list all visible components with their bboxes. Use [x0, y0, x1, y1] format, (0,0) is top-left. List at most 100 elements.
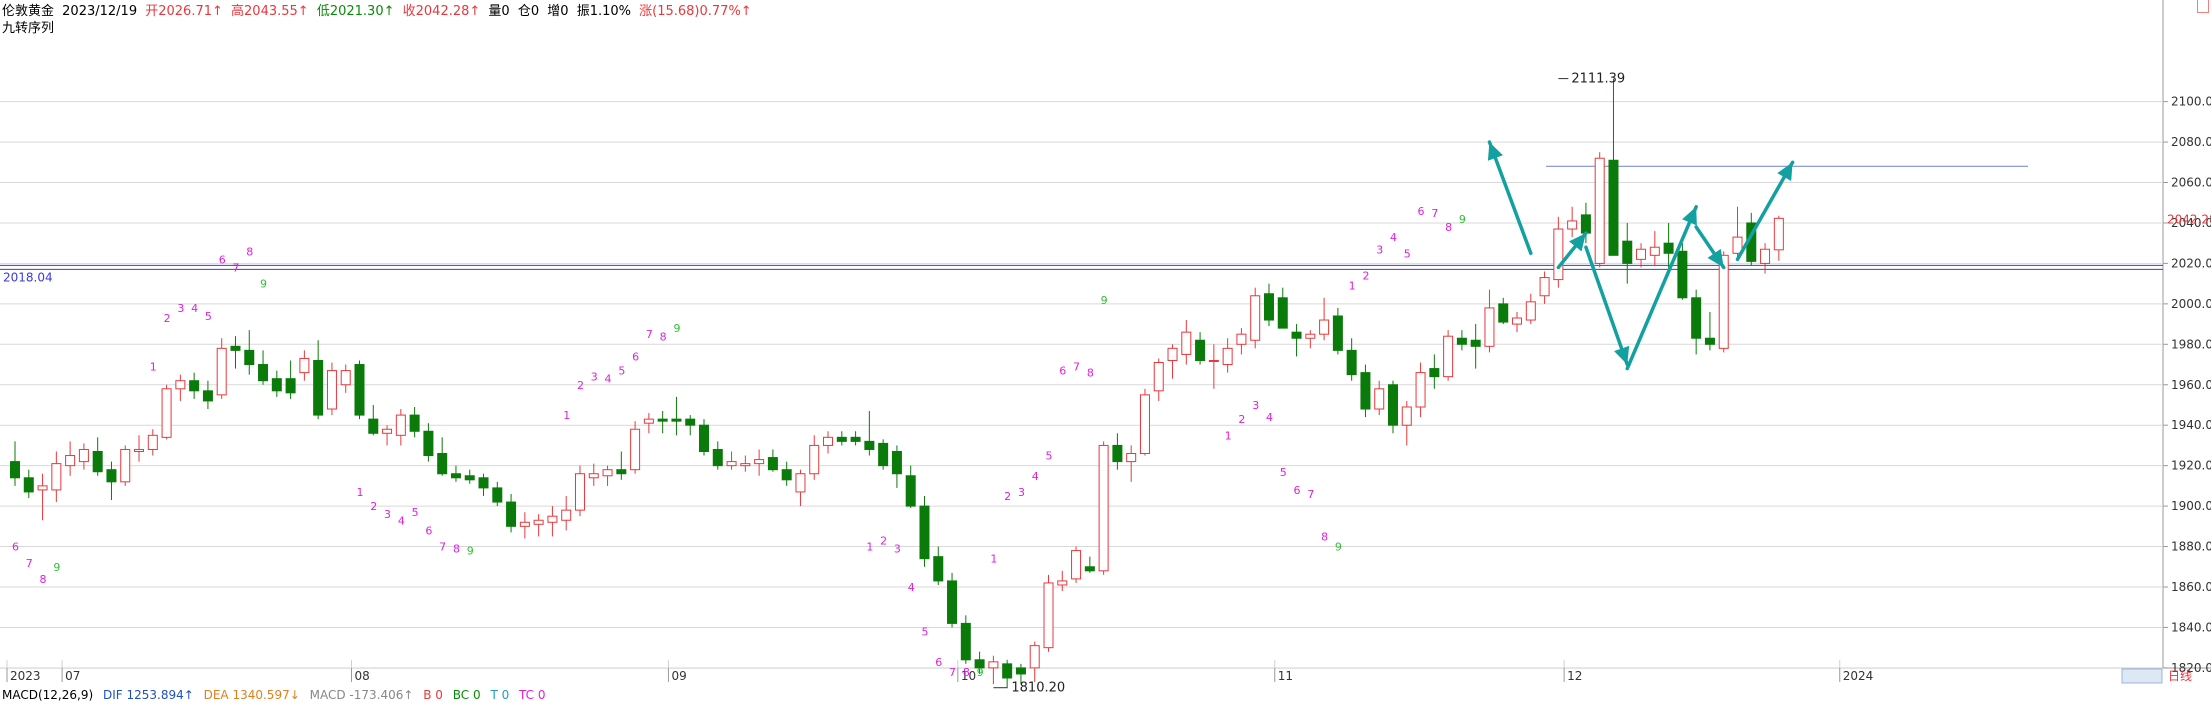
- candle-body: [1291, 331, 1302, 339]
- candle-body: [464, 475, 475, 481]
- x-tick-label: 09: [671, 669, 686, 683]
- candle-body: [1608, 159, 1619, 256]
- candle-body: [1263, 293, 1274, 321]
- sequence-number: 5: [1280, 466, 1287, 479]
- candle-body: [1484, 307, 1495, 347]
- sequence-number: 3: [384, 508, 391, 521]
- candle-body: [382, 428, 393, 434]
- current-price-label: 2042.28: [2167, 212, 2211, 226]
- macd-b: B 0: [423, 688, 443, 702]
- sequence-number: 6: [219, 253, 226, 266]
- candle-body: [602, 469, 613, 477]
- candle-body: [781, 469, 792, 481]
- sequence-number: 9: [260, 278, 267, 291]
- candle-body: [1222, 347, 1233, 366]
- candle-body: [1677, 250, 1688, 299]
- candle-body: [506, 501, 517, 527]
- sequence-number: 9: [1459, 213, 1466, 226]
- sequence-number: 1: [1225, 429, 1232, 442]
- sequence-number: 3: [1018, 486, 1025, 499]
- candle-body: [657, 418, 668, 422]
- candle-body: [795, 473, 806, 493]
- sequence-number: 5: [1404, 247, 1411, 260]
- candle-body: [1167, 347, 1178, 361]
- candle-body: [1691, 297, 1702, 339]
- open-price: 开2026.71↑: [145, 4, 223, 19]
- sequence-number: 9: [1101, 294, 1108, 307]
- candlestick-chart[interactable]: 1820.001840.001860.001880.001900.001920.…: [0, 0, 2211, 696]
- candle-body: [919, 505, 930, 560]
- candle-body: [643, 418, 654, 424]
- open-interest: 仓0: [517, 4, 540, 19]
- candle-body: [588, 473, 599, 479]
- candle-body: [960, 622, 971, 661]
- sequence-number: 3: [177, 302, 184, 315]
- candle-body: [1470, 339, 1481, 347]
- candle-body: [450, 473, 461, 479]
- sequence-number: 6: [1418, 205, 1425, 218]
- sequence-number: 5: [921, 626, 928, 639]
- sequence-number: 4: [1266, 411, 1273, 424]
- candle-body: [1512, 317, 1523, 325]
- scroll-thumb[interactable]: [2121, 668, 2163, 684]
- sequence-number: 8: [246, 245, 253, 258]
- candle-body: [754, 459, 765, 465]
- sequence-number: 7: [949, 666, 956, 679]
- candle-body: [630, 428, 641, 471]
- sequence-number: 1: [1349, 280, 1356, 293]
- sequence-number: 4: [191, 302, 198, 315]
- corner-mark: [2197, 0, 2209, 13]
- candle-body: [175, 380, 186, 390]
- macd-dif: DIF 1253.894↑: [102, 688, 194, 702]
- candle-body: [1084, 566, 1095, 572]
- candle-body: [1401, 406, 1412, 426]
- sequence-number: 4: [1032, 470, 1039, 483]
- candle-body: [1002, 663, 1013, 679]
- sequence-number: 6: [425, 524, 432, 537]
- change: 涨(15.68)0.77%↑: [639, 4, 752, 19]
- sequence-number: 5: [412, 506, 419, 519]
- candle-body: [1718, 254, 1729, 349]
- candle-body: [1332, 315, 1343, 351]
- candle-body: [1636, 248, 1647, 260]
- candle-body: [1319, 319, 1330, 335]
- sequence-number: 6: [1294, 484, 1301, 497]
- candle-body: [120, 448, 131, 483]
- support-line-label: 2018.04: [3, 270, 53, 284]
- sequence-number: 7: [1073, 361, 1080, 374]
- candle-body: [326, 370, 337, 410]
- macd-value: MACD -173.406↑: [309, 688, 414, 702]
- sequence-number: 2: [880, 535, 887, 548]
- candle-body: [1760, 248, 1771, 264]
- sequence-number: 7: [232, 261, 239, 274]
- candle-body: [37, 485, 48, 491]
- candle-body: [216, 347, 227, 396]
- sequence-number: 4: [1390, 231, 1397, 244]
- quote-date: 2023/12/19: [62, 4, 138, 19]
- candle-body: [1388, 384, 1398, 426]
- sequence-number: 8: [1445, 221, 1452, 234]
- candle-body: [933, 556, 944, 582]
- candle-body: [51, 463, 62, 491]
- sequence-number: 1: [866, 541, 873, 554]
- candle-body: [299, 357, 310, 374]
- candle-body: [1071, 550, 1082, 580]
- x-tick-label: 2024: [1843, 669, 1874, 683]
- candle-body: [161, 388, 172, 438]
- low-price: 低2021.30↑: [316, 4, 395, 19]
- candle-body: [1360, 372, 1371, 410]
- y-tick-label: 2020.00: [2171, 256, 2211, 270]
- candle-body: [478, 477, 489, 489]
- candle-body: [1139, 394, 1150, 455]
- candle-body: [836, 436, 847, 442]
- candle-body: [10, 461, 20, 479]
- candle-body: [1443, 335, 1454, 378]
- sequence-number: 2: [370, 500, 377, 513]
- candle-body: [547, 515, 558, 523]
- candle-body: [134, 448, 145, 452]
- sequence-number: 7: [26, 557, 33, 570]
- y-tick-label: 1940.00: [2171, 418, 2211, 432]
- sequence-number: 8: [660, 330, 667, 343]
- sequence-number: 8: [40, 573, 47, 586]
- sequence-number: 1: [150, 361, 157, 374]
